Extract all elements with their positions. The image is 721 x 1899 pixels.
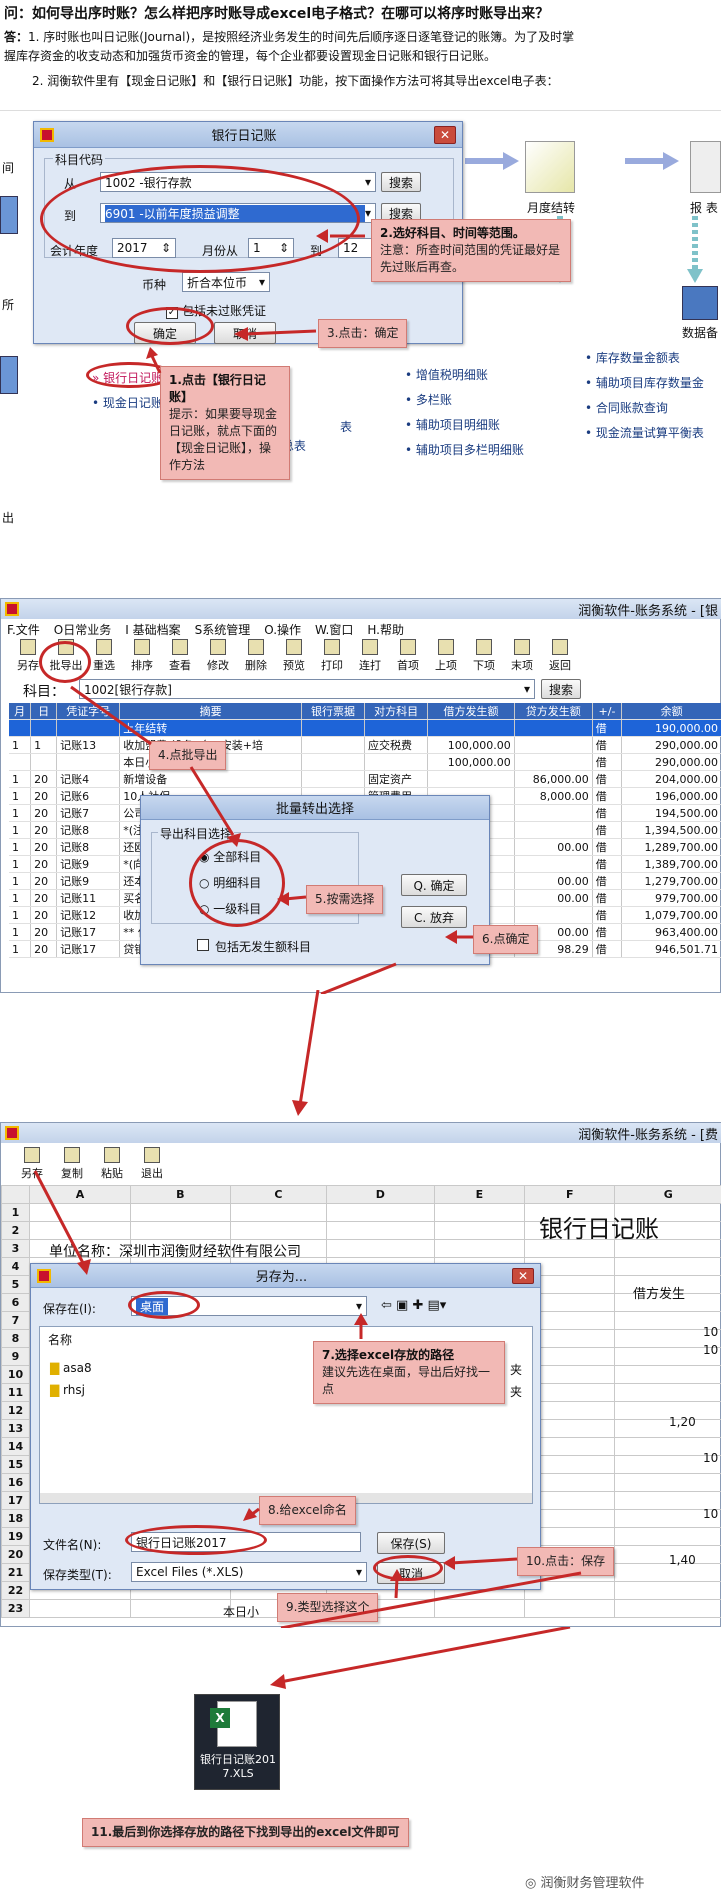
screenshot-1: 间 所 出 月度结转 报 表 数据备 » 银行日记账 • 现金日记账 • 凭证汇… xyxy=(0,110,721,550)
screenshot-2: 润衡软件-账务系统 - [银 F.文件 O日常业务 I 基础档案 S系统管理 O.操作 W… xyxy=(0,598,721,994)
answer-paragraph: 答：1. 序时账也叫日记账(Journal)，是按照经济业务发生的时间先后顺序逐… xyxy=(4,28,716,91)
connector-arrow xyxy=(292,990,320,1116)
screenshot-3: 润衡软件-账务系统 - [费 另存 复制 粘贴 退出 ABCDEFG 12345… xyxy=(0,1122,721,1628)
callout-step-11: 11.最后到你选择存放的路径下找到导出的excel文件即可 xyxy=(82,1818,409,1847)
excel-badge-icon: X xyxy=(210,1708,230,1728)
answer-line1: 1. 序时账也叫日记账(Journal)，是按照经济业务发生的时间先后顺序逐日逐… xyxy=(28,30,575,44)
excel-file-icon: X xyxy=(210,1701,257,1747)
connector-arrow-2 xyxy=(270,1627,571,1689)
exported-file-tile[interactable]: X 银行日记账2017.XLS xyxy=(194,1694,280,1790)
answer-label: 答： xyxy=(4,30,29,44)
callout-arrows-3 xyxy=(33,1170,582,1628)
callout-arrows-1 xyxy=(146,229,365,374)
answer-line2: 握库存资金的收支动态和加强货币资金的管理，每个企业都要设置现金日记账和银行日记账… xyxy=(4,49,497,63)
callout-arrows-2 xyxy=(70,685,473,994)
watermark: ◎ 润衡财务管理软件 xyxy=(525,1876,645,1891)
question-heading: 问：如何导出序时账？怎么样把序时账导成excel电子格式？在哪可以将序时账导出来… xyxy=(4,6,550,22)
step-line: 2. 润衡软件里有【现金日记账】和【银行日记账】功能，按下面操作方法可将其导出e… xyxy=(32,74,559,88)
exported-file-label: 银行日记账2017.XLS xyxy=(200,1753,276,1780)
wechat-icon: ◎ xyxy=(525,1876,541,1891)
